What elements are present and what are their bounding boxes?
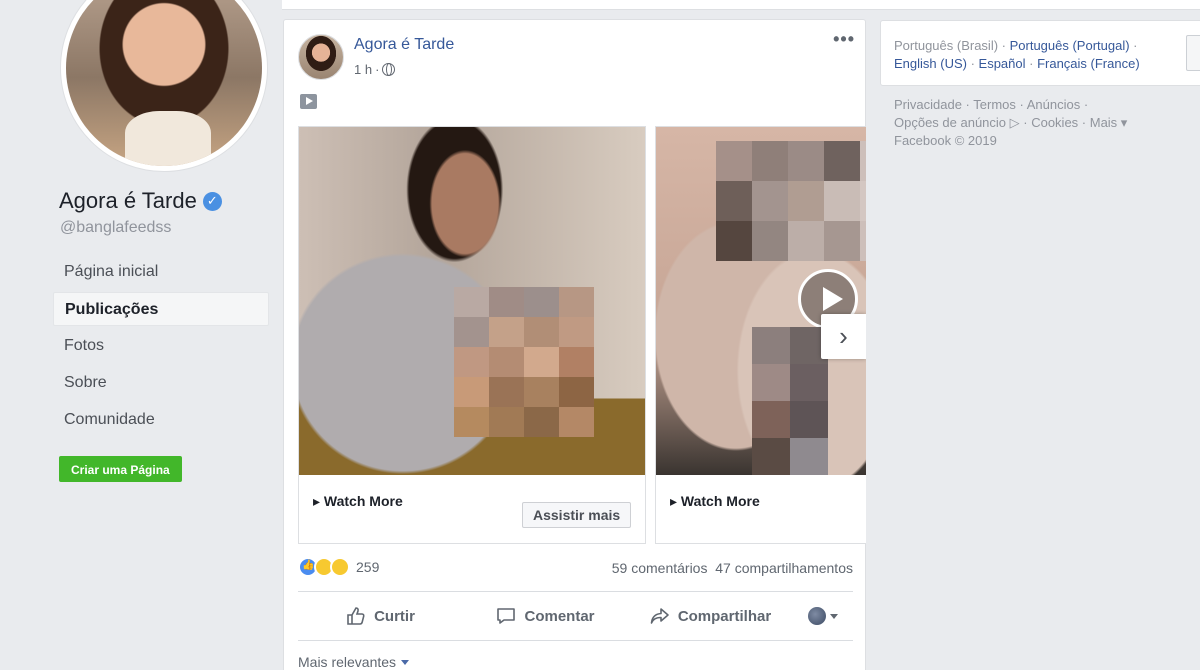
create-page-button[interactable]: Criar uma Página — [59, 456, 182, 482]
nav-item-community[interactable]: Comunidade — [53, 403, 269, 437]
comment-label: Comentar — [524, 607, 595, 625]
post-options-button[interactable]: ••• — [833, 30, 855, 48]
share-icon — [650, 608, 669, 624]
footer-link-privacy[interactable]: Privacidade — [894, 97, 962, 112]
shares-count[interactable]: 47 compartilhamentos — [715, 560, 853, 576]
watch-more-button[interactable]: Assistir mais — [522, 502, 632, 528]
post-as-selector[interactable] — [793, 607, 853, 625]
chevron-right-icon[interactable]: › — [821, 314, 866, 359]
add-language-button[interactable] — [1186, 35, 1200, 71]
post-author-name[interactable]: Agora é Tarde — [354, 36, 454, 54]
page-handle[interactable]: @banglafeedss — [60, 219, 171, 237]
nav-item-home[interactable]: Página inicial — [53, 255, 269, 289]
language-current: Português (Brasil) — [894, 38, 999, 53]
reaction-count[interactable]: 259 — [356, 559, 379, 575]
page-name-text[interactable]: Agora é Tarde — [59, 188, 197, 214]
card-caption[interactable]: ▸ Watch More — [313, 493, 403, 510]
page-nav: Página inicial Publicações Fotos Sobre C… — [53, 255, 269, 440]
divider — [298, 591, 853, 592]
footer-copyright: Facebook © 2019 — [894, 133, 997, 148]
language-link[interactable]: Português (Portugal) — [1010, 38, 1130, 53]
top-strip — [282, 0, 1200, 10]
language-link[interactable]: Français (France) — [1037, 56, 1140, 71]
like-label: Curtir — [374, 607, 415, 625]
post-card: Agora é Tarde 1 h · ••• ▸ Watch More Ass… — [283, 19, 866, 670]
blurred-area — [716, 141, 866, 261]
language-link[interactable]: Español — [979, 56, 1026, 71]
share-button[interactable]: Compartilhar — [628, 606, 793, 626]
reactions-summary[interactable]: 259 — [298, 557, 379, 577]
caret-down-icon — [830, 613, 838, 619]
nav-item-about[interactable]: Sobre — [53, 366, 269, 400]
nav-item-posts[interactable]: Publicações — [53, 292, 269, 326]
video-thumbnail[interactable] — [656, 127, 866, 475]
page-name[interactable]: Agora é Tarde ✓ — [59, 188, 222, 214]
profile-picture[interactable] — [60, 0, 268, 172]
footer-link-ads[interactable]: Anúncios — [1027, 97, 1080, 112]
blurred-area — [752, 327, 828, 475]
post-actions: Curtir Comentar Compartilhar — [298, 598, 853, 634]
comment-sort-dropdown[interactable]: Mais relevantes — [298, 654, 410, 670]
nav-item-photos[interactable]: Fotos — [53, 329, 269, 363]
post-meta: 1 h · — [354, 62, 396, 77]
meta-separator: · — [375, 62, 380, 77]
comments-count[interactable]: 59 comentários — [612, 560, 708, 576]
sad-reaction-icon — [330, 557, 350, 577]
post-author-avatar[interactable] — [298, 34, 344, 80]
footer-links: Privacidade · Termos · Anúncios · Opções… — [894, 97, 1128, 148]
profile-avatar-icon — [808, 607, 826, 625]
language-links: Português (Brasil) · Português (Portugal… — [894, 38, 1140, 71]
language-selector-box: Português (Brasil) · Português (Portugal… — [880, 20, 1200, 86]
divider — [298, 640, 853, 641]
verified-icon: ✓ — [202, 191, 222, 211]
footer-link-terms[interactable]: Termos — [973, 97, 1016, 112]
engagement-counts: 59 comentários 47 compartilhamentos — [612, 560, 853, 576]
card-caption[interactable]: ▸ Watch More — [670, 493, 760, 510]
share-label: Compartilhar — [677, 607, 772, 625]
post-time[interactable]: 1 h — [354, 62, 372, 77]
language-link[interactable]: English (US) — [894, 56, 967, 71]
like-button[interactable]: Curtir — [298, 606, 463, 626]
carousel-card[interactable]: ▸ Watch More Assistir mais — [298, 126, 646, 544]
comment-button[interactable]: Comentar — [463, 606, 628, 626]
footer-link-ad-choices[interactable]: Opções de anúncio ▷ — [894, 115, 1020, 130]
comment-icon — [497, 608, 516, 624]
footer-link-cookies[interactable]: Cookies — [1031, 115, 1078, 130]
video-carousel: ▸ Watch More Assistir mais ▸ Watch More — [298, 126, 866, 546]
video-icon — [300, 94, 317, 109]
comment-sort-label: Mais relevantes — [298, 654, 397, 670]
like-icon — [347, 607, 365, 625]
video-thumbnail[interactable] — [299, 127, 645, 475]
caret-down-icon — [401, 659, 410, 665]
blurred-area — [454, 287, 594, 437]
globe-icon — [382, 63, 396, 76]
footer-link-more[interactable]: Mais ▾ — [1090, 115, 1128, 130]
